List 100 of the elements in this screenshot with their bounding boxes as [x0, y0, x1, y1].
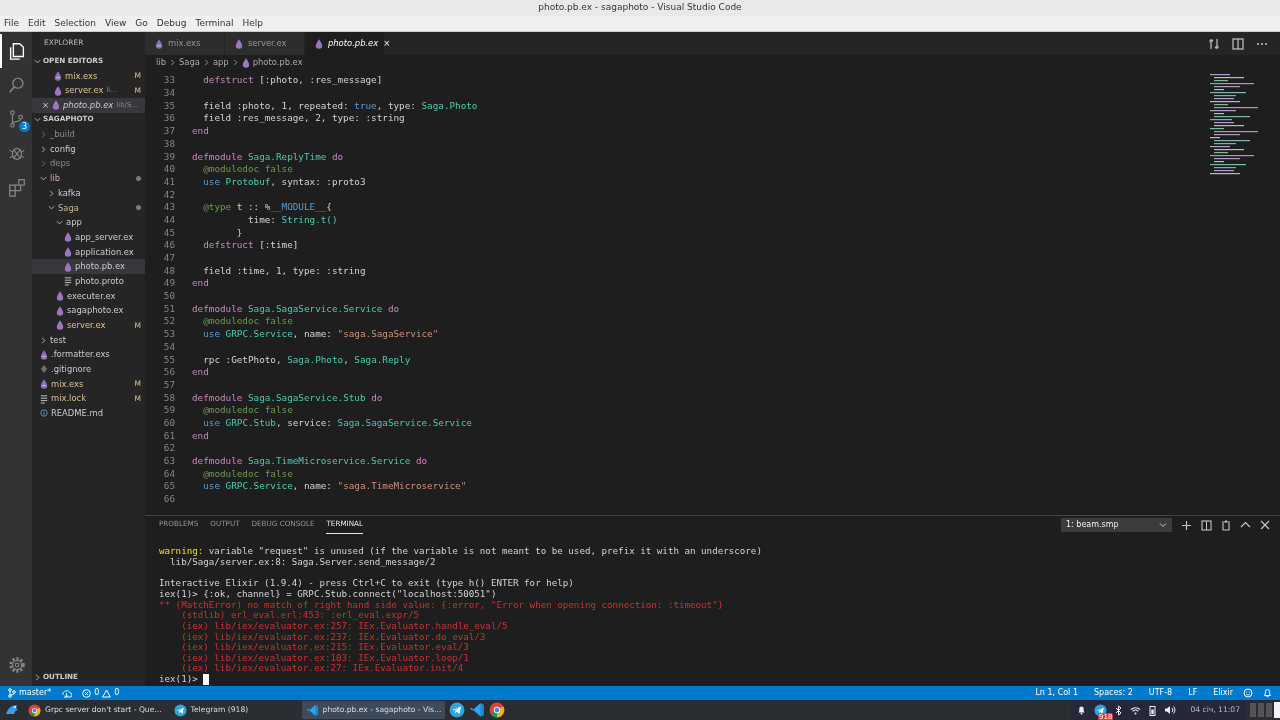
- terminal-select[interactable]: 1: beam.smp: [1061, 518, 1172, 532]
- trash-icon[interactable]: [1221, 519, 1231, 531]
- terminal-line: lib/Saga/server.ex:8: Saga.Server.send_message/2: [169, 556, 436, 569]
- explorer-entry[interactable]: README.md: [32, 406, 145, 421]
- folder-entry[interactable]: kafka: [32, 185, 145, 201]
- close-button[interactable]: ×: [383, 37, 391, 50]
- extensions-icon[interactable]: [7, 177, 27, 197]
- breadcrumb-item[interactable]: lib: [156, 56, 166, 69]
- smiley-icon[interactable]: [1243, 688, 1253, 698]
- line-number: 55: [162, 352, 175, 367]
- chevron-up-icon[interactable]: [1240, 521, 1251, 529]
- problems-indicator[interactable]: 0 0: [82, 687, 120, 699]
- explorer-entry[interactable]: application.ex: [32, 244, 145, 260]
- explorer-entry[interactable]: photo.pb.ex: [32, 259, 145, 274]
- split-terminal-icon[interactable]: [1201, 519, 1212, 531]
- window-title: photo.pb.ex - sagaphoto - Visual Studio Code: [538, 1, 742, 15]
- breadcrumb-item[interactable]: Saga: [179, 56, 200, 69]
- telegram-icon: [173, 703, 187, 717]
- code-line: defmodule Saga.SagaService.Stub do: [192, 390, 383, 405]
- drop-icon: [54, 70, 62, 81]
- line-number: 46: [162, 238, 175, 253]
- bell-icon[interactable]: [1077, 705, 1087, 715]
- breadcrumb-item[interactable]: photo.pb.ex: [252, 56, 303, 69]
- code-editor-icon[interactable]: [469, 702, 486, 718]
- folder-entry[interactable]: test: [32, 332, 145, 348]
- code-line: defstruct [:time]: [202, 238, 299, 253]
- folder-entry[interactable]: Saga: [32, 200, 145, 216]
- chrome-icon[interactable]: [489, 702, 506, 718]
- menu-item[interactable]: Selection: [54, 16, 96, 31]
- drop-icon: [56, 320, 64, 331]
- line-number: 63: [162, 454, 175, 468]
- branch-indicator[interactable]: master*: [8, 687, 52, 699]
- explorer-entry[interactable]: sagaphoto.ex: [32, 303, 145, 318]
- line-number: 45: [162, 225, 175, 240]
- line-number: 56: [162, 365, 175, 380]
- drop-icon: [64, 232, 72, 243]
- menu-item[interactable]: File: [4, 16, 20, 31]
- menu-item[interactable]: Edit: [28, 16, 46, 31]
- drop-icon: [64, 261, 72, 272]
- folder-entry[interactable]: _build: [32, 127, 145, 142]
- menu-item[interactable]: Terminal: [195, 16, 234, 31]
- bluetooth-icon[interactable]: [1115, 704, 1123, 716]
- battery-icon[interactable]: [1149, 704, 1157, 716]
- chevron-right-icon: [169, 59, 176, 66]
- volume-icon[interactable]: [1164, 705, 1177, 715]
- close-icon[interactable]: [1260, 520, 1270, 530]
- drop-icon: [241, 57, 250, 68]
- folder-entry[interactable]: config: [32, 141, 145, 157]
- drop-icon: [56, 305, 64, 316]
- code-line: use GRPC.Service, name: "saga.SagaService": [202, 327, 439, 342]
- plus-icon[interactable]: [1181, 519, 1192, 531]
- line-number: 59: [162, 403, 175, 418]
- terminal-line: Interactive Elixir (1.9.4) - press Ctrl+C to exit (type h() ENTER for help): [159, 576, 574, 590]
- folder-entry[interactable]: deps: [32, 156, 145, 172]
- status-item[interactable]: Ln 1, Col 1: [1035, 687, 1078, 699]
- line-number: 57: [162, 377, 175, 392]
- menu-item[interactable]: Go: [135, 16, 148, 31]
- breadcrumb-item[interactable]: app: [212, 56, 229, 69]
- line-number: 60: [162, 415, 175, 430]
- editor-tab[interactable]: mix.exs: [145, 32, 225, 55]
- chevron-right-icon: [231, 59, 239, 66]
- folder-entry[interactable]: lib: [32, 171, 145, 186]
- search-icon[interactable]: [7, 75, 27, 95]
- line-number: 64: [162, 466, 175, 481]
- terminal-line: warning: variable "request" is unused (if the variable is not meant to be used, prefix it with an underscore): [159, 544, 762, 558]
- terminal-line: ** (MatchError) no match of right hand side value: {:error, "Error when opening connection: :timeout"}: [159, 598, 724, 611]
- editor-tab[interactable]: server.ex: [225, 32, 305, 55]
- line-number: 34: [162, 86, 175, 100]
- split-editor-icon[interactable]: [1232, 37, 1244, 50]
- status-item[interactable]: LF: [1188, 687, 1198, 699]
- files-icon[interactable]: [7, 41, 27, 61]
- line-number: 39: [162, 149, 175, 164]
- explorer-entry[interactable]: executer.ex: [32, 288, 145, 304]
- explorer-entry[interactable]: photo.proto: [32, 273, 145, 289]
- terminal-line: (iex) lib/iex/evaluator.ex:103: IEx.Evaluator.loop/1: [180, 651, 469, 664]
- line-number: 52: [162, 314, 175, 329]
- line-number: 47: [162, 251, 175, 265]
- telegram-icon[interactable]: [449, 702, 466, 718]
- menu-item[interactable]: Debug: [156, 16, 187, 31]
- sync-icon[interactable]: [61, 688, 73, 698]
- line-number: 61: [162, 428, 175, 443]
- explorer-entry[interactable]: .formatter.exs: [32, 347, 145, 363]
- status-item[interactable]: UTF-8: [1148, 687, 1173, 699]
- close-button[interactable]: ×: [42, 98, 50, 112]
- more-icon[interactable]: [1256, 41, 1268, 46]
- folder-entry[interactable]: app: [32, 215, 145, 230]
- line-number: 49: [162, 276, 175, 291]
- compare-icon[interactable]: [1208, 37, 1220, 50]
- status-item[interactable]: Elixir: [1213, 687, 1233, 699]
- wifi-icon[interactable]: [1130, 705, 1142, 715]
- prompt-line: iex(1)>: [159, 672, 199, 686]
- code-line: }: [235, 225, 243, 240]
- menu-item[interactable]: Help: [242, 16, 263, 31]
- menu-item[interactable]: View: [105, 16, 127, 31]
- settings-icon[interactable]: [7, 655, 27, 675]
- status-item[interactable]: Spaces: 2: [1094, 687, 1133, 699]
- workspace-switcher-drawing[interactable]: [1250, 702, 1280, 718]
- line-number: 65: [162, 479, 175, 494]
- explorer-entry[interactable]: .gitignore: [32, 362, 145, 377]
- explorer-entry[interactable]: app_server.ex: [32, 229, 145, 245]
